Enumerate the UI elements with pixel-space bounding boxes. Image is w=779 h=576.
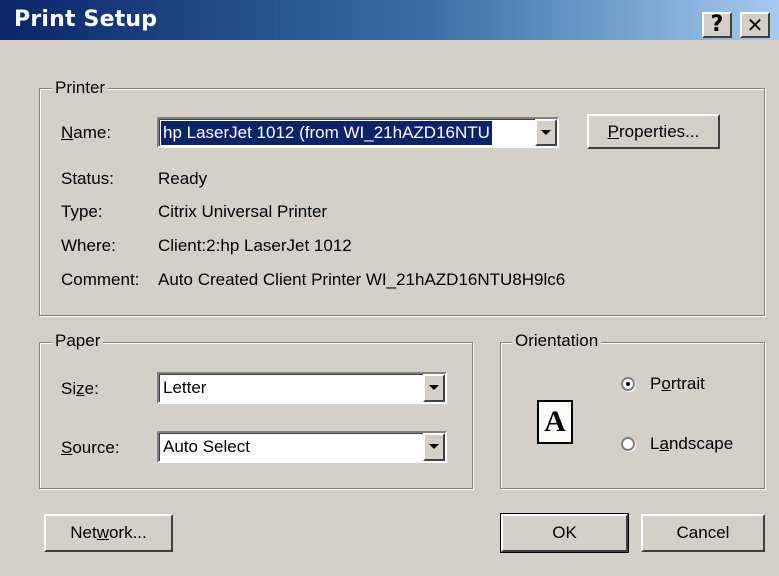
chevron-down-icon[interactable] (535, 119, 557, 146)
close-button[interactable]: ✕ (740, 12, 770, 38)
type-label: Type: (61, 202, 103, 221)
paper-size-select[interactable]: Letter (157, 372, 447, 404)
paper-source-select[interactable]: Auto Select (157, 431, 447, 463)
paper-source-value: Auto Select (163, 437, 250, 456)
ok-button[interactable]: OK (500, 513, 629, 553)
paper-group-legend: Paper (52, 331, 104, 351)
status-value: Ready (158, 169, 208, 188)
cancel-button[interactable]: Cancel (641, 514, 765, 552)
help-button[interactable]: ? (702, 12, 732, 38)
printer-group-legend: Printer (52, 78, 109, 98)
paper-group (39, 342, 473, 489)
chevron-down-icon[interactable] (423, 433, 445, 461)
type-value: Citrix Universal Printer (158, 202, 328, 221)
dialog-title: Print Setup (14, 7, 158, 32)
chevron-down-icon[interactable] (423, 374, 445, 402)
properties-button[interactable]: Properties... (587, 114, 720, 149)
orientation-group-legend: Orientation (512, 331, 602, 351)
printer-name-select[interactable]: hp LaserJet 1012 (from WI_21hAZD16NTU (157, 117, 559, 148)
status-label: Status: (61, 169, 114, 188)
comment-label: Comment: (61, 270, 140, 289)
landscape-radio[interactable] (621, 437, 635, 451)
where-value: Client:2:hp LaserJet 1012 (158, 236, 352, 255)
portrait-radio[interactable] (621, 377, 635, 391)
portrait-label[interactable]: Portrait (650, 373, 705, 395)
printer-name-value: hp LaserJet 1012 (from WI_21hAZD16NTU (161, 121, 492, 145)
paper-size-value: Letter (163, 378, 207, 397)
network-button[interactable]: Network... (44, 514, 173, 552)
portrait-page-icon: A (537, 400, 573, 444)
where-label: Where: (61, 236, 116, 255)
source-label: Source: (61, 438, 120, 457)
landscape-label[interactable]: Landscape (650, 433, 733, 455)
printer-name-label: Name: (61, 123, 112, 142)
size-label: Size: (61, 379, 99, 398)
comment-value: Auto Created Client Printer WI_21hAZD16N… (158, 270, 566, 289)
